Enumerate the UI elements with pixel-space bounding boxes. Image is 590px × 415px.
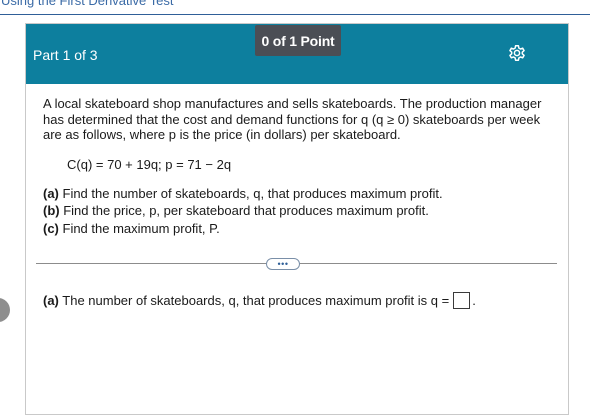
question-panel: Part 1 of 3 0 of 1 Point A local skatebo… — [25, 23, 569, 415]
answer-row: (a) The number of skateboards, q, that p… — [43, 292, 476, 309]
answer-input-q[interactable] — [453, 292, 471, 309]
page-title: Using the First Derivative Test — [1, 0, 174, 8]
task-a: (a) Find the number of skateboards, q, t… — [43, 185, 443, 202]
task-list: (a) Find the number of skateboards, q, t… — [43, 185, 443, 237]
answer-prompt: The number of skateboards, q, that produ… — [58, 293, 450, 308]
answer-period: . — [472, 293, 476, 308]
points-badge: 0 of 1 Point — [255, 25, 341, 56]
part-label: Part 1 of 3 — [33, 47, 98, 63]
settings-button[interactable] — [507, 44, 527, 64]
task-b-label: (b) — [43, 203, 60, 219]
side-panel-toggle[interactable] — [0, 298, 10, 322]
gear-icon — [509, 45, 525, 61]
task-b-text: Find the price, p, per skateboard that p… — [59, 203, 429, 219]
answer-label: (a) — [43, 293, 59, 308]
task-a-text: Find the number of skateboards, q, that … — [58, 186, 443, 201]
top-title-bar: Using the First Derivative Test — [0, 0, 590, 15]
more-icon: ••• — [277, 259, 289, 269]
task-c-text: Find the maximum profit, P. — [58, 220, 220, 236]
task-c: (c) Find the maximum profit, P. — [43, 220, 443, 237]
cost-demand-equations: C(q) = 70 + 19q; p = 71 − 2q — [67, 157, 232, 172]
task-c-label: (c) — [43, 220, 59, 236]
task-b: (b) Find the price, p, per skateboard th… — [43, 202, 443, 219]
task-a-label: (a) — [43, 186, 59, 201]
expand-details-button[interactable]: ••• — [266, 258, 300, 270]
question-header: Part 1 of 3 0 of 1 Point — [26, 24, 568, 84]
question-text: A local skateboard shop manufactures and… — [43, 96, 542, 142]
